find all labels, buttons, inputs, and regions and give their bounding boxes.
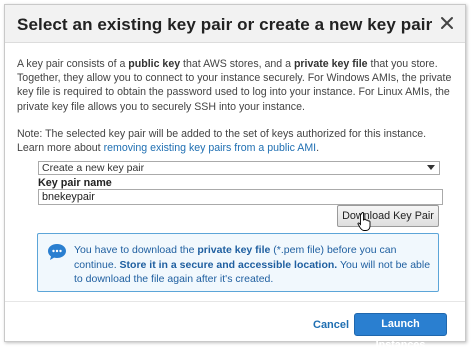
- close-icon[interactable]: [437, 13, 457, 33]
- remove-key-pairs-link[interactable]: removing existing key pairs from a publi…: [104, 142, 317, 154]
- dialog-header: Select an existing key pair or create a …: [5, 5, 465, 43]
- download-info-alert: You have to download the private key fil…: [37, 233, 439, 292]
- intro-paragraph: A key pair consists of a public key that…: [17, 57, 453, 114]
- key-pair-name-label: Key pair name: [38, 177, 112, 189]
- info-message: You have to download the private key fil…: [74, 243, 434, 287]
- key-pair-select[interactable]: Create a new key pair: [38, 161, 440, 175]
- key-pair-select-value: Create a new key pair: [42, 162, 145, 174]
- intro-bold-public-key: public key: [128, 58, 181, 70]
- info-bold-private-key: private key file: [197, 244, 271, 256]
- dialog-title: Select an existing key pair or create a …: [17, 15, 433, 34]
- intro-text-2: that AWS stores, and a: [180, 58, 294, 70]
- intro-bold-private-key: private key file: [293, 58, 368, 70]
- intro-text-1: A key pair consists of a: [17, 58, 129, 70]
- hand-cursor-icon: [357, 212, 371, 231]
- download-key-pair-button[interactable]: Download Key Pair: [337, 205, 439, 227]
- chat-bubble-icon: [48, 244, 66, 260]
- info-text-1: You have to download the: [74, 244, 198, 256]
- note-end: .: [316, 142, 320, 155]
- note-paragraph: Note: The selected key pair will be adde…: [17, 127, 453, 155]
- info-bold-store: Store it in a secure and accessible loca…: [119, 258, 338, 271]
- footer-divider: [5, 301, 465, 302]
- key-pair-name-input[interactable]: bnekeypair: [38, 189, 443, 205]
- launch-instances-button[interactable]: Launch Instances: [354, 313, 447, 348]
- key-pair-dialog: Select an existing key pair or create a …: [4, 4, 466, 348]
- chevron-down-icon: [427, 165, 435, 170]
- cancel-button[interactable]: Cancel: [313, 319, 349, 331]
